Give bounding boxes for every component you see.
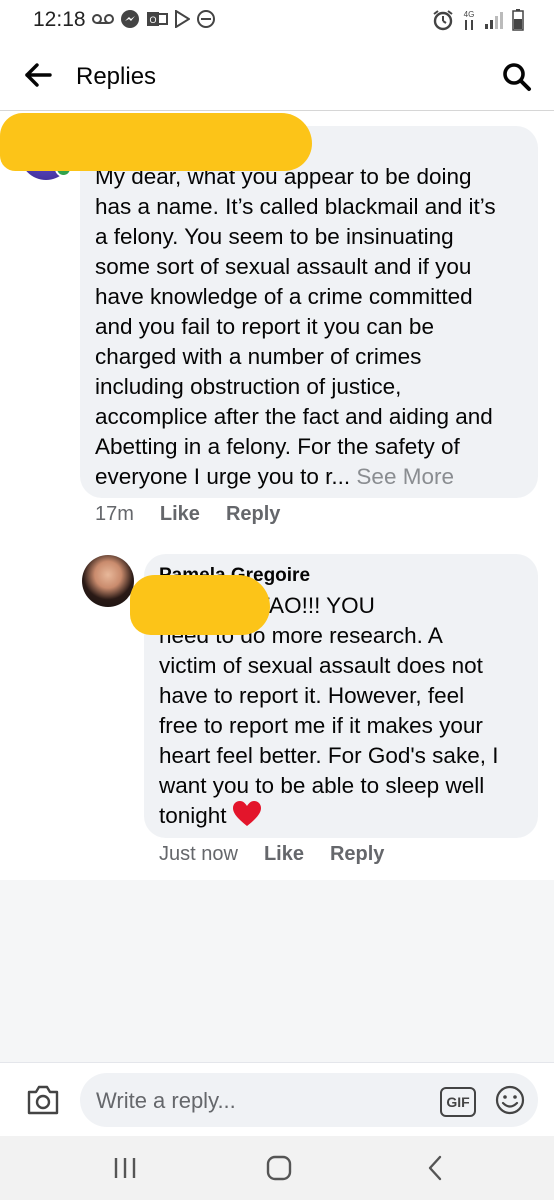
notification-icons: O [92,9,216,29]
reply-input[interactable]: Write a reply... GIF [80,1073,538,1127]
alarm-icon [433,10,453,31]
like-button[interactable]: Like [264,843,304,866]
system-icons: 4G [432,8,524,32]
camera-icon[interactable] [25,1082,61,1118]
comment-timestamp: 17m [95,503,134,525]
gif-button[interactable]: GIF [440,1087,476,1117]
like-button[interactable]: Like [160,503,200,526]
emoji-icon[interactable] [494,1084,526,1116]
outlook-icon: O [147,12,168,26]
messenger-icon [121,10,139,28]
play-store-icon [175,10,190,28]
comment-actions: 17m Like Reply [95,503,280,526]
empty-feed-area [0,880,554,1062]
svg-text:O: O [149,15,156,25]
battery-icon [512,9,524,31]
comment-bubble[interactable]: My dear, what you appear to be doing has… [80,126,538,498]
app-header: Replies [0,40,554,111]
reply-composer: Write a reply... GIF [0,1062,554,1137]
do-not-disturb-icon [197,10,215,28]
red-heart-icon [232,801,261,826]
avatar[interactable] [82,555,134,607]
search-icon[interactable] [502,62,532,92]
comment-actions: Just now Like Reply [159,843,384,866]
page-title: Replies [76,63,157,90]
reply-button[interactable]: Reply [226,503,280,526]
back-arrow-icon[interactable] [24,63,52,87]
see-more-link[interactable]: See More [356,464,454,489]
redaction-mark [0,113,312,171]
voicemail-icon [92,14,114,24]
system-navigation-bar [0,1136,554,1200]
home-icon[interactable] [266,1155,292,1181]
svg-text:4G: 4G [464,10,475,19]
recent-apps-icon[interactable] [112,1156,138,1180]
reply-placeholder: Write a reply... [96,1088,236,1113]
status-time: 12:18 [33,8,86,31]
comment-body: My dear, what you appear to be doing has… [95,164,496,489]
data-transfer-icon: 4G [464,10,475,30]
signal-icon [485,12,503,29]
redaction-mark [130,575,270,635]
reply-button[interactable]: Reply [330,843,384,866]
comment-text: My dear, what you appear to be doing has… [95,162,535,492]
back-icon[interactable] [426,1155,444,1181]
status-bar: 12:18 O 4G [0,0,554,40]
comment-timestamp: Just now [159,843,238,865]
